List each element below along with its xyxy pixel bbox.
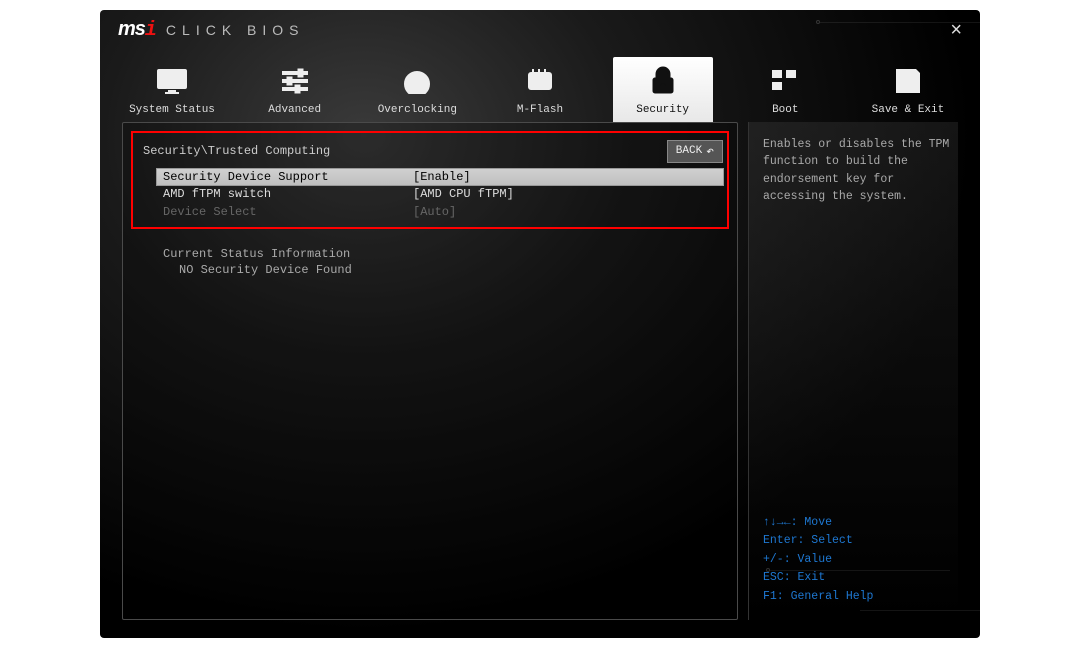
settings-list: Security Device Support [Enable] AMD fTP… (157, 168, 723, 221)
hint-value: +/-: Value (763, 551, 954, 569)
hint-move: ↑↓→←: Move (763, 514, 954, 532)
msi-logo: msi (118, 18, 156, 42)
tab-label: Overclocking (378, 104, 457, 116)
highlight-box: Security\Trusted Computing BACK ↶ Securi… (131, 131, 729, 229)
decor-line (860, 610, 980, 611)
breadcrumb: Security\Trusted Computing (137, 144, 330, 158)
svg-text:BIOS: BIOS (535, 81, 545, 85)
boot-order-icon: 1 2 3 (735, 63, 835, 99)
setting-label: Security Device Support (163, 170, 413, 184)
tab-mflash[interactable]: BIOS M-Flash (490, 63, 590, 122)
hint-f1: F1: General Help (763, 588, 954, 606)
back-button[interactable]: BACK ↶ (667, 140, 723, 163)
decor-dot (766, 568, 770, 572)
status-line: NO Security Device Found (179, 263, 723, 277)
key-hints: ↑↓→←: Move Enter: Select +/-: Value ESC:… (763, 514, 954, 606)
tab-boot[interactable]: 1 2 3 Boot (735, 63, 835, 122)
hint-enter: Enter: Select (763, 532, 954, 550)
back-label: BACK (676, 145, 702, 157)
setting-label: Device Select (163, 205, 413, 219)
svg-text:2: 2 (789, 71, 793, 78)
floppy-icon (858, 63, 958, 99)
settings-panel: Security\Trusted Computing BACK ↶ Securi… (122, 122, 738, 620)
title-bar: msi CLICK BIOS × (100, 10, 980, 50)
setting-label: AMD fTPM switch (163, 187, 413, 201)
chip-icon: BIOS (490, 63, 590, 99)
content-area: Security\Trusted Computing BACK ↶ Securi… (100, 122, 980, 638)
tab-label: Security (636, 104, 689, 116)
setting-value: [Auto] (413, 205, 456, 219)
setting-value: [AMD CPU fTPM] (413, 187, 514, 201)
tab-label: Boot (772, 104, 798, 116)
decor-line (770, 570, 950, 571)
tab-save-exit[interactable]: Save & Exit (858, 63, 958, 122)
tab-label: Save & Exit (872, 104, 945, 116)
tab-label: M-Flash (517, 104, 563, 116)
setting-security-device-support[interactable]: Security Device Support [Enable] (156, 168, 724, 186)
hint-esc: ESC: Exit (763, 569, 954, 587)
gauge-icon (367, 63, 467, 99)
setting-value: [Enable] (413, 170, 471, 184)
tab-overclocking[interactable]: Overclocking (367, 63, 467, 122)
tab-label: Advanced (268, 104, 321, 116)
tab-system-status[interactable]: System Status (122, 63, 222, 122)
product-title: CLICK BIOS (166, 22, 305, 38)
svg-text:1: 1 (775, 71, 779, 78)
decor-dot (816, 20, 820, 24)
status-info: Current Status Information NO Security D… (163, 247, 723, 277)
svg-text:3: 3 (775, 83, 779, 90)
sliders-icon (245, 63, 345, 99)
status-heading: Current Status Information (163, 247, 723, 261)
main-tabs: System Status Advanced Overclocking BIOS… (100, 50, 980, 122)
monitor-icon (122, 63, 222, 99)
tab-security[interactable]: Security (613, 57, 713, 122)
setting-amd-ftpm-switch[interactable]: AMD fTPM switch [AMD CPU fTPM] (157, 185, 723, 203)
bios-window: msi CLICK BIOS × System Status Advanced … (100, 10, 980, 638)
help-text: Enables or disables the TPM function to … (763, 136, 954, 205)
lock-icon (613, 63, 713, 99)
tab-label: System Status (129, 104, 215, 116)
undo-icon: ↶ (706, 144, 714, 159)
help-panel: Enables or disables the TPM function to … (748, 122, 958, 620)
decor-line (820, 22, 980, 23)
tab-advanced[interactable]: Advanced (245, 63, 345, 122)
setting-device-select: Device Select [Auto] (157, 203, 723, 221)
